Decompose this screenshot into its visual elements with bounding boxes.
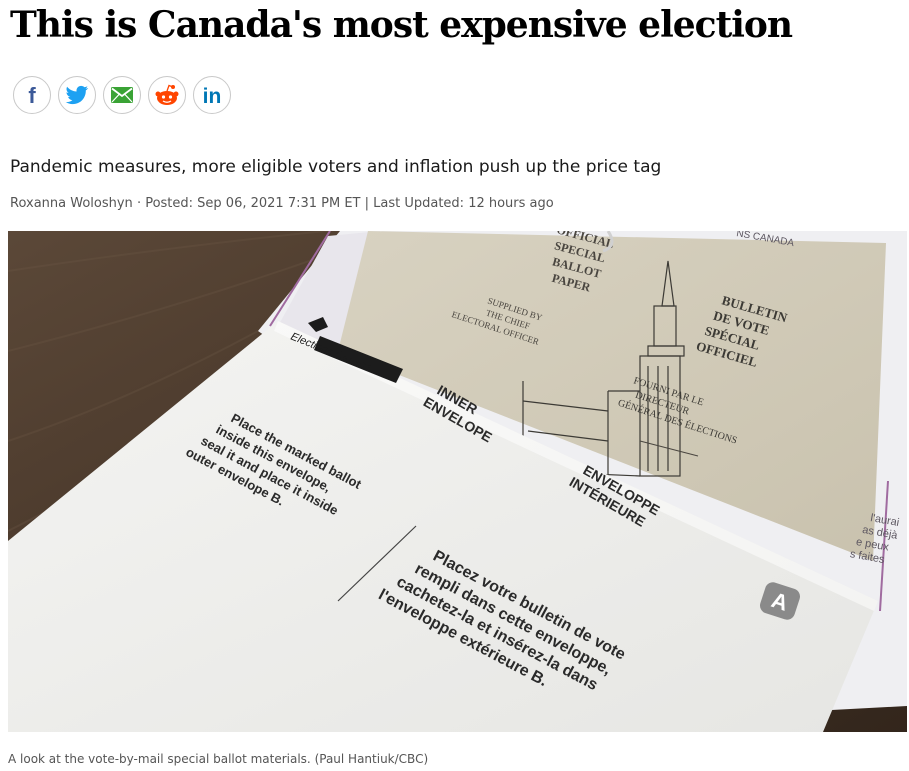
twitter-icon (65, 85, 89, 105)
linkedin-icon: in (203, 85, 222, 106)
share-linkedin-button[interactable]: in (193, 76, 231, 114)
share-bar: f in (13, 76, 231, 114)
email-icon (111, 87, 133, 103)
article-photo: OFFICIAL SPECIAL BALLOT PAPER SUPPLIED B… (8, 231, 907, 732)
byline-dates: · Posted: Sep 06, 2021 7:31 PM ET | Last… (136, 196, 554, 211)
share-reddit-button[interactable] (148, 76, 186, 114)
svg-text:in: in (203, 85, 222, 106)
byline: Roxanna Woloshyn · Posted: Sep 06, 2021 … (10, 194, 554, 214)
svg-text:f: f (28, 84, 36, 106)
article-headline: This is Canada's most expensive election (10, 4, 793, 46)
facebook-icon: f (28, 84, 36, 106)
photo-caption: A look at the vote-by-mail special ballo… (8, 752, 429, 766)
share-twitter-button[interactable] (58, 76, 96, 114)
share-email-button[interactable] (103, 76, 141, 114)
author-link[interactable]: Roxanna Woloshyn (10, 196, 133, 211)
article-subhead: Pandemic measures, more eligible voters … (10, 157, 662, 177)
reddit-icon (155, 84, 179, 105)
share-facebook-button[interactable]: f (13, 76, 51, 114)
